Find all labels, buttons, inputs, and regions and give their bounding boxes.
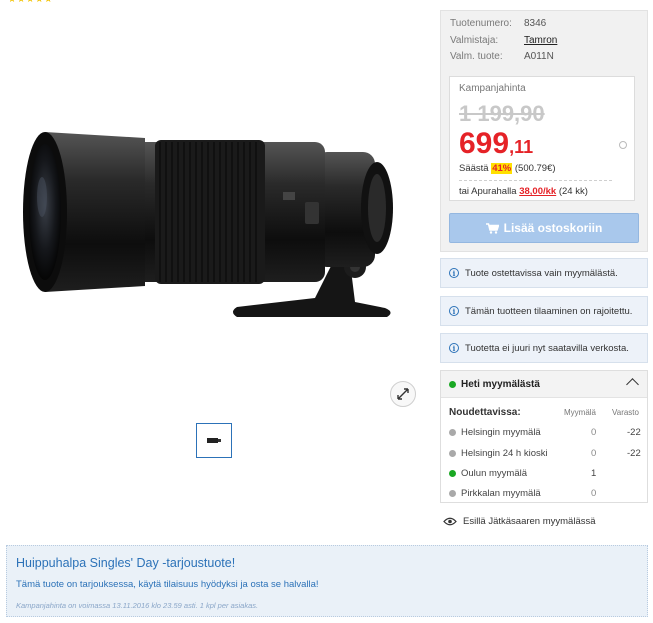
info-manufacturer-code: Valm. tuote: A011N (450, 51, 554, 62)
notice-not-available-online: i Tuotetta ei juuri nyt saatavilla verko… (440, 333, 648, 363)
info-value: 8346 (524, 18, 547, 29)
store-qty: 0 (591, 427, 597, 438)
promo-title: Huippuhalpa Singles' Day -tarjoustuote! (16, 556, 236, 570)
product-info-box: Tuotenumero: 8346 Valmistaja: Tamron Val… (440, 10, 648, 252)
info-value: A011N (524, 51, 554, 62)
price-card: Kampanjahinta 1 199,90 699,11 Säästä 41%… (449, 76, 635, 201)
store-name: Pirkkalan myymälä (461, 488, 541, 499)
add-to-cart-label: Lisää ostoskoriin (503, 221, 603, 235)
divider (459, 180, 612, 181)
status-dot-icon (449, 450, 456, 457)
info-icon: i (449, 306, 459, 316)
campaign-label: Kampanjahinta (459, 83, 526, 94)
cart-icon (485, 222, 499, 234)
promo-text: Tämä tuote on tarjouksessa, käytä tilais… (16, 579, 319, 590)
savings-percent: 41% (491, 163, 513, 174)
store-availability-panel: Heti myymälästä Noudettavissa: Myymälä V… (440, 370, 648, 503)
availability-header: Heti myymälästä (461, 378, 540, 390)
status-dot-icon (449, 470, 456, 477)
notice-text: Tuotetta ei juuri nyt saatavilla verkost… (465, 342, 629, 354)
expand-arrows-icon (397, 388, 409, 400)
thumbnail-1[interactable] (196, 423, 232, 458)
info-icon: i (449, 268, 459, 278)
status-dot-icon (449, 490, 456, 497)
manufacturer-link[interactable]: Tamron (524, 35, 557, 46)
savings-prefix: Säästä (459, 163, 489, 174)
display-note-text: Esillä Jätkäsaaren myymälässä (463, 516, 596, 527)
store-row: Helsingin myymälä 0 -22 (449, 427, 641, 438)
store-name: Helsingin 24 h kioski (461, 448, 548, 459)
stock-qty: -22 (627, 448, 641, 459)
col-store: Myymälä (564, 408, 597, 417)
add-to-cart-button[interactable]: Lisää ostoskoriin (449, 213, 639, 243)
new-price-main: 699 (459, 127, 510, 160)
eye-icon (443, 517, 457, 526)
old-price: 1 199,90 (459, 101, 545, 126)
promo-banner: Huippuhalpa Singles' Day -tarjoustuote! … (6, 545, 648, 617)
notice-text: Tämän tuotteen tilaaminen on rajoitettu. (465, 305, 633, 317)
store-row: Pirkkalan myymälä 0 (449, 488, 639, 499)
product-gallery (0, 0, 430, 540)
info-icon: i (449, 343, 459, 353)
availability-columns: Noudettavissa: Myymälä Varasto (449, 407, 639, 418)
info-manufacturer: Valmistaja: Tamron (450, 35, 557, 46)
store-qty: 0 (591, 448, 597, 459)
notice-text: Tuote ostettavissa vain myymälästä. (465, 267, 618, 279)
info-label: Valmistaja: (450, 35, 499, 46)
store-qty: 0 (591, 488, 597, 499)
installment-text: tai Apurahalla 38,00/kk (24 kk) (459, 186, 588, 197)
info-product-number: Tuotenumero: 8346 (450, 18, 546, 29)
availability-toggle[interactable]: Heti myymälästä (441, 371, 647, 398)
installment-prefix: tai Apurahalla (459, 186, 517, 197)
pickup-title: Noudettavissa: (449, 407, 521, 418)
chevron-up-icon[interactable] (626, 378, 639, 391)
store-name: Oulun myymälä (461, 468, 527, 479)
price-option-radio[interactable] (619, 141, 627, 149)
info-label: Valm. tuote: (450, 51, 503, 62)
notice-order-restricted: i Tämän tuotteen tilaaminen on rajoitett… (440, 296, 648, 326)
store-row: Helsingin 24 h kioski 0 -22 (449, 448, 641, 459)
installment-amount-link[interactable]: 38,00/kk (519, 186, 556, 197)
product-image-lens[interactable] (15, 112, 405, 332)
new-price: 699,11 (459, 127, 533, 161)
in-stock-dot-icon (449, 380, 456, 388)
store-name: Helsingin myymälä (461, 427, 541, 438)
lens-thumbnail-icon (207, 438, 221, 443)
savings-text: Säästä 41% (500.79€) (459, 163, 556, 174)
col-stock: Varasto (612, 408, 639, 417)
status-dot-icon (449, 429, 456, 436)
savings-amount: (500.79€) (514, 163, 556, 174)
new-price-cents: ,11 (509, 137, 534, 157)
store-qty: 1 (591, 468, 597, 479)
promo-footnote: Kampanjahinta on voimassa 13.11.2016 klo… (16, 601, 259, 610)
notice-store-only: i Tuote ostettavissa vain myymälästä. (440, 258, 648, 288)
display-in-store-link[interactable]: Esillä Jätkäsaaren myymälässä (443, 516, 596, 527)
zoom-button[interactable] (390, 381, 416, 407)
info-label: Tuotenumero: (450, 18, 512, 29)
installment-period: (24 kk) (558, 186, 588, 197)
stock-qty: -22 (627, 427, 641, 438)
store-row: Oulun myymälä 1 (449, 468, 639, 479)
